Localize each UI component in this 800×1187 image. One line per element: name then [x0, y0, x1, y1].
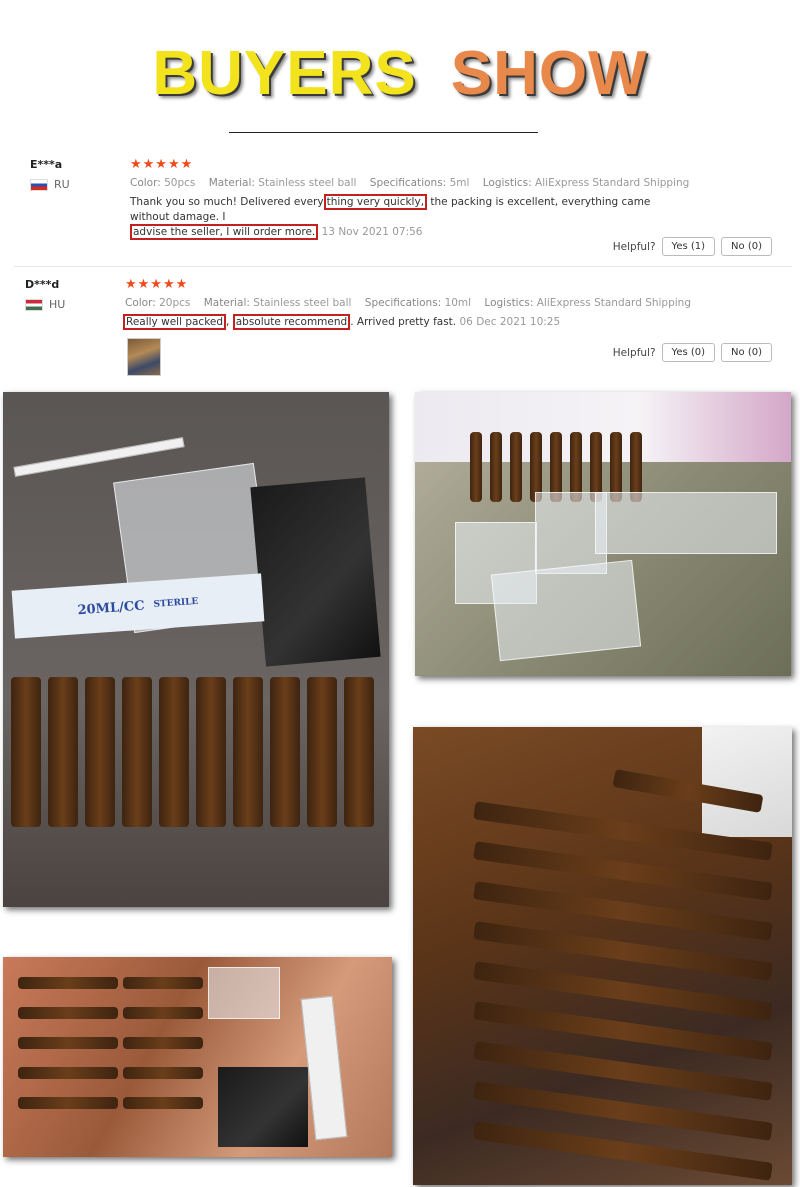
meta-key: Logistics:	[484, 297, 534, 309]
review-date: 06 Dec 2021 10:25	[459, 316, 561, 328]
review-meta: Color: 20pcs Material: Stainless steel b…	[125, 297, 701, 309]
vial-image	[196, 677, 226, 827]
vial-image	[159, 677, 189, 827]
vial-image	[123, 1007, 203, 1019]
helpful-yes-button[interactable]: Yes (1)	[661, 237, 716, 256]
helpful-no-button[interactable]: No (0)	[721, 237, 772, 256]
review-meta: Color: 50pcs Material: Stainless steel b…	[130, 177, 699, 189]
banner-underline	[229, 132, 538, 133]
meta-key: Logistics:	[482, 177, 532, 189]
country-code: HU	[49, 298, 66, 311]
star-rating: ★★★★★	[130, 157, 194, 172]
helpful-section: Helpful? Yes (0) No (0)	[613, 343, 772, 362]
meta-key: Color:	[130, 177, 161, 189]
box-corner	[702, 727, 792, 837]
buyer-photo: 20ML/CC STERILE	[3, 392, 389, 907]
meta-key: Color:	[125, 297, 156, 309]
syringe-image	[13, 437, 185, 477]
vial-image	[85, 677, 115, 827]
syringe-bag	[490, 559, 642, 662]
buyer-photo	[415, 392, 791, 676]
banner-word-buyers: BUYERS	[152, 39, 417, 108]
country-code: RU	[54, 178, 70, 191]
reviewer-country: HU	[25, 298, 65, 311]
review-text: Really well packed, absolute recommend. …	[123, 314, 723, 330]
buyers-show-banner: BUYERS SHOW	[0, 0, 800, 140]
vial-image	[18, 1067, 118, 1079]
star-rating: ★★★★★	[125, 277, 189, 292]
review-text: Thank you so much! Delivered every thing …	[130, 194, 690, 240]
syringe-volume-text: 20ML/CC	[77, 598, 146, 618]
meta-value: AliExpress Standard Shipping	[535, 177, 690, 189]
meta-value: 10ml	[444, 297, 472, 309]
vial-image	[122, 677, 152, 827]
vial-image	[344, 677, 374, 827]
vial-image	[18, 1037, 118, 1049]
meta-key: Material:	[203, 297, 250, 309]
vial-image	[18, 977, 118, 989]
black-caps-bag	[218, 1067, 308, 1147]
flag-ru-icon	[30, 178, 48, 191]
meta-key: Material:	[208, 177, 255, 189]
highlighted-phrase: advise the seller, I will order more.	[130, 224, 319, 240]
helpful-no-button[interactable]: No (0)	[721, 343, 772, 362]
vial-image	[48, 677, 78, 827]
vial-image	[470, 432, 482, 502]
vial-image	[233, 677, 263, 827]
review-card: D***d HU ★★★★★ Color: 20pcs Material: St…	[0, 272, 800, 384]
review-photo-thumbnail[interactable]	[127, 338, 161, 376]
reviewer-name: D***d	[25, 278, 60, 291]
review-date: 13 Nov 2021 07:56	[321, 226, 423, 238]
review-divider	[14, 266, 792, 267]
vial-image	[123, 977, 203, 989]
rollerball-bag	[595, 492, 777, 554]
vial-image	[510, 432, 522, 502]
meta-key: Specifications:	[364, 297, 442, 309]
helpful-label: Helpful?	[612, 240, 656, 253]
vial-image	[123, 1097, 203, 1109]
review-text-part: Thank you so much! Delivered every	[130, 196, 324, 208]
review-card: E***a RU ★★★★★ Color: 50pcs Material: St…	[0, 150, 800, 265]
white-caps-bag	[208, 967, 280, 1019]
buyer-photo	[413, 727, 792, 1185]
vial-image	[123, 1067, 203, 1079]
helpful-section: Helpful? Yes (1) No (0)	[613, 237, 772, 256]
meta-value: Stainless steel ball	[258, 177, 357, 189]
helpful-yes-button[interactable]: Yes (0)	[661, 343, 716, 362]
meta-value: AliExpress Standard Shipping	[536, 297, 691, 309]
banner-word-show: SHOW	[450, 39, 648, 108]
vial-image	[11, 677, 41, 827]
highlighted-phrase: absolute recommend	[232, 314, 351, 330]
highlighted-phrase: thing very quickly,	[323, 194, 428, 210]
vial-image	[490, 432, 502, 502]
meta-value: Stainless steel ball	[253, 297, 352, 309]
meta-key: Specifications:	[369, 177, 447, 189]
syringe-package-label: 20ML/CC STERILE	[11, 573, 265, 639]
vial-image	[18, 1097, 118, 1109]
sterile-text: STERILE	[153, 596, 199, 610]
buyer-photo	[3, 957, 392, 1157]
helpful-label: Helpful?	[612, 346, 656, 359]
banner-title: BUYERS SHOW	[0, 38, 800, 109]
meta-value: 20pcs	[159, 297, 191, 309]
vial-image	[123, 1037, 203, 1049]
review-text-part: ,	[226, 316, 233, 328]
black-caps-bag	[250, 477, 381, 667]
vial-image	[18, 1007, 118, 1019]
reviewer-name: E***a	[30, 158, 63, 171]
vial-image	[307, 677, 337, 827]
reviewer-country: RU	[30, 178, 70, 191]
vial-image	[270, 677, 300, 827]
meta-value: 50pcs	[164, 177, 196, 189]
review-text-part: . Arrived pretty fast.	[350, 316, 457, 328]
meta-value: 5ml	[449, 177, 470, 189]
highlighted-phrase: Really well packed	[123, 314, 227, 330]
flag-hu-icon	[25, 298, 43, 311]
